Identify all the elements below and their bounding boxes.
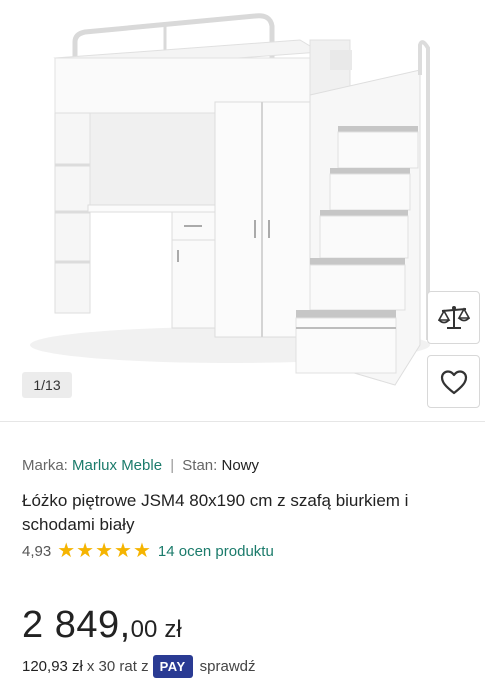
star-icon: ★ [57, 540, 76, 562]
star-icon: ★ [132, 540, 151, 562]
price-decimal: 00 [130, 616, 158, 643]
pay-badge: PAY [152, 655, 193, 678]
brand-link[interactable]: Marlux Meble [72, 457, 162, 474]
scale-icon [437, 305, 470, 329]
wishlist-button[interactable] [427, 355, 480, 408]
rating-stars: ★ ★ ★ ★ ★ [57, 541, 151, 561]
installment-info[interactable]: 120,93 zł x 30 rat z PAY sprawdź [22, 655, 256, 678]
check-installment-link[interactable]: sprawdź [200, 658, 256, 675]
condition-label: Stan: [182, 457, 218, 474]
section-divider [0, 421, 485, 422]
compare-button[interactable] [427, 291, 480, 344]
rating-score: 4,93 [22, 542, 52, 560]
product-title: Łóżko piętrowe JSM4 80x190 cm z szafą bi… [22, 491, 409, 534]
star-icon: ★ [76, 540, 95, 562]
reviews-link[interactable]: 14 ocen produktu [158, 543, 274, 560]
condition-value: Nowy [221, 457, 260, 474]
heart-icon [440, 369, 467, 394]
price-currency: zł [164, 616, 182, 643]
meta-separator: | [170, 457, 175, 474]
star-icon: ★ [95, 540, 114, 562]
brand-label: Marka: [22, 457, 68, 474]
installment-text: x 30 rat z [86, 658, 149, 675]
product-image[interactable] [0, 0, 485, 420]
price-integer: 2 849, [22, 604, 131, 646]
product-meta: Marka: Marlux Meble | Stan: Nowy [22, 457, 259, 474]
product-price: 2 849, 00 zł [22, 604, 182, 647]
star-icon: ★ [114, 540, 132, 562]
image-counter: 1/13 [22, 372, 72, 398]
installment-amount: 120,93 zł [22, 658, 83, 675]
product-rating[interactable]: 4,93 ★ ★ ★ ★ ★ 14 ocen produktu [22, 541, 274, 561]
product-gallery[interactable]: 1/13 [0, 0, 485, 420]
